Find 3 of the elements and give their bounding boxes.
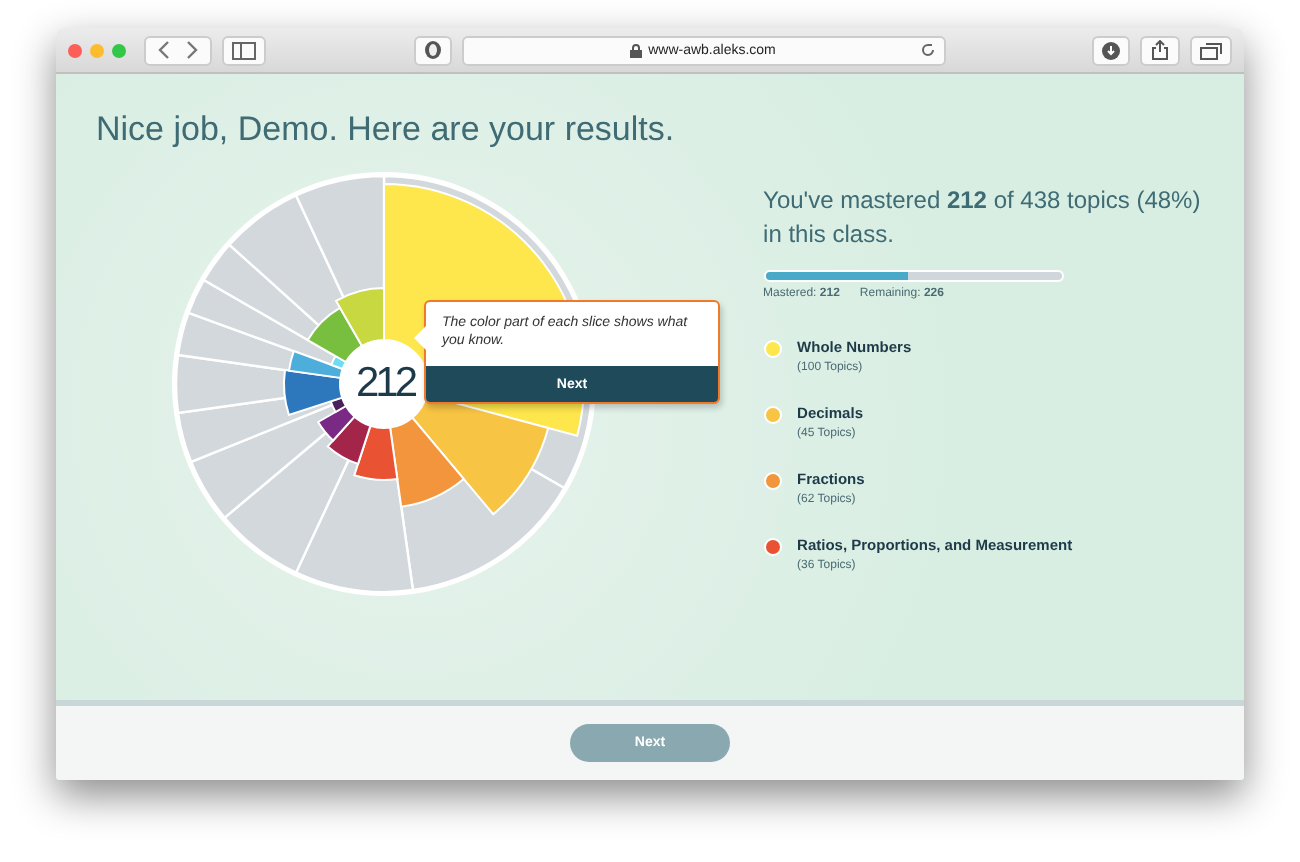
mastered-count: 212 (356, 358, 412, 410)
page-heading: Nice job, Demo. Here are your results. (96, 110, 677, 150)
mastery-summary: You've mastered 212 of 438 topics (48%) in this class. (763, 184, 1203, 252)
